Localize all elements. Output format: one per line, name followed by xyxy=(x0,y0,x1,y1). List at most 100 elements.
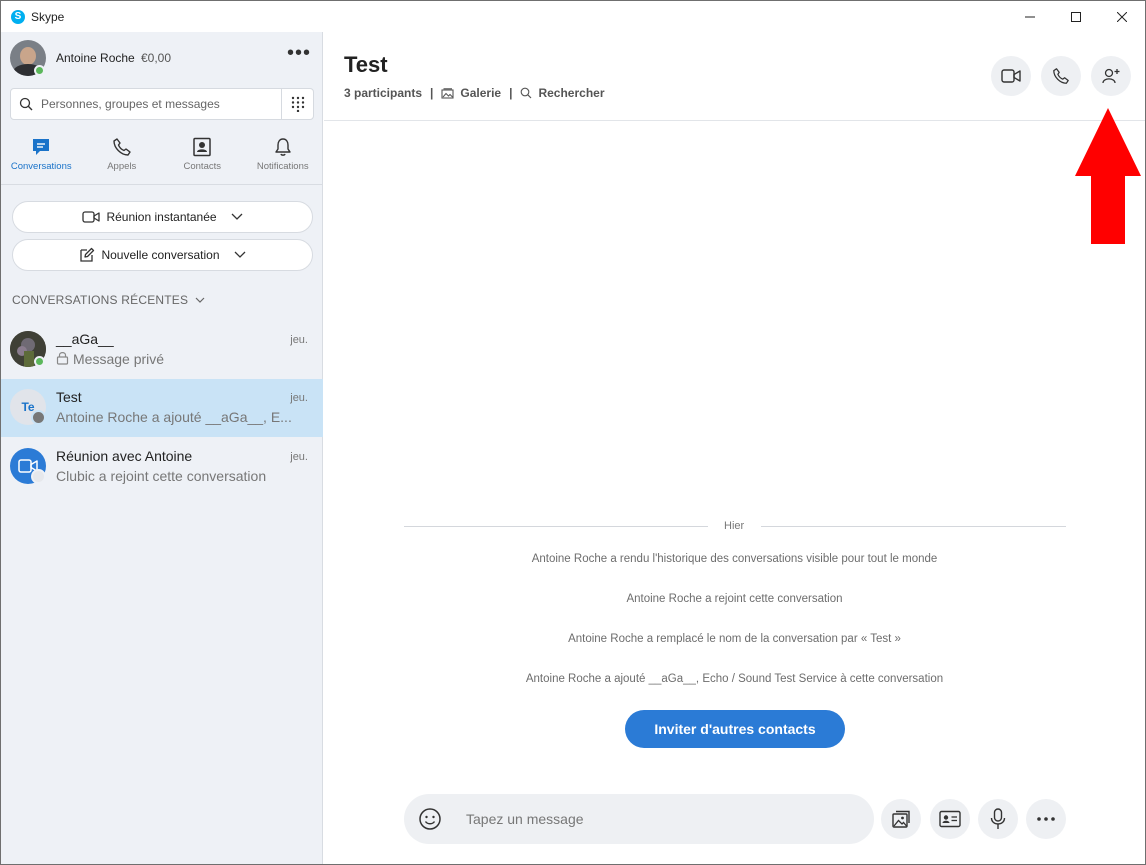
day-divider-label: Hier xyxy=(724,520,745,532)
emoji-button[interactable] xyxy=(404,807,456,831)
video-meeting-icon xyxy=(82,211,101,223)
conversation-time: jeu. xyxy=(290,392,308,404)
video-camera-icon xyxy=(1001,69,1021,83)
profile-more-button[interactable]: ••• xyxy=(287,43,311,63)
add-people-button[interactable] xyxy=(1091,56,1131,96)
tab-contacts[interactable]: Contacts xyxy=(162,135,243,184)
system-message: Antoine Roche a ajouté __aGa__, Echo / S… xyxy=(525,673,944,685)
skype-window: S Skype Antoine Roche €0,00 ••• Personne… xyxy=(0,0,1146,865)
audio-call-button[interactable] xyxy=(1041,56,1081,96)
search-box[interactable] xyxy=(10,88,314,120)
conversation-name: Réunion avec Antoine xyxy=(56,448,193,464)
system-message: Antoine Roche a remplacé le nom de la co… xyxy=(568,633,901,645)
chat-title[interactable]: Test xyxy=(344,52,388,78)
conversation-name: Test xyxy=(56,389,82,405)
phone-icon xyxy=(112,135,132,159)
close-button[interactable] xyxy=(1099,1,1145,32)
send-contact-button[interactable] xyxy=(930,799,970,839)
search-input[interactable] xyxy=(41,97,281,111)
chat-meta: 3 participants | Galerie | Rechercher xyxy=(344,86,605,100)
member-avatar-badge xyxy=(31,410,46,425)
conversation-name: __aGa__ xyxy=(56,331,114,347)
recent-conversations-header[interactable]: CONVERSATIONS RÉCENTES xyxy=(12,293,205,307)
conversation-time: jeu. xyxy=(290,334,308,346)
add-person-icon xyxy=(1102,68,1120,84)
tab-label: Notifications xyxy=(256,161,309,172)
system-message: Antoine Roche a rejoint cette conversati… xyxy=(626,593,843,605)
profile-credit[interactable]: €0,00 xyxy=(141,51,171,65)
conversation-time: jeu. xyxy=(290,451,308,463)
close-icon xyxy=(1117,11,1127,22)
contact-card-icon xyxy=(939,810,961,828)
tab-calls[interactable]: Appels xyxy=(82,135,163,184)
gallery-icon xyxy=(441,87,454,99)
message-composer xyxy=(404,794,874,844)
bell-icon xyxy=(273,135,293,159)
more-dots-icon xyxy=(1037,817,1055,821)
phone-icon xyxy=(1053,68,1069,84)
minimize-icon xyxy=(1025,16,1035,17)
chat-icon xyxy=(31,135,51,159)
search-icon xyxy=(11,97,41,111)
conversation-item-meeting[interactable]: Réunion avec Antoine Clubic a rejoint ce… xyxy=(1,438,323,496)
video-call-button[interactable] xyxy=(991,56,1031,96)
conversation-subtitle: Message privé xyxy=(56,351,164,367)
sidebar: Antoine Roche €0,00 ••• Personnes, group… xyxy=(1,32,323,864)
maximize-button[interactable] xyxy=(1053,1,1099,32)
tab-label: Appels xyxy=(107,161,137,172)
gallery-link[interactable]: Galerie xyxy=(460,86,501,100)
conversation-item-aga[interactable]: __aGa__ Message privé jeu. xyxy=(1,321,323,379)
dialpad-button[interactable] xyxy=(281,89,313,119)
recent-header-label: CONVERSATIONS RÉCENTES xyxy=(12,293,189,307)
new-chat-label: Nouvelle conversation xyxy=(101,248,220,262)
chevron-down-icon xyxy=(195,297,205,303)
conversation-subtitle-text: Message privé xyxy=(73,351,165,367)
window-title: Skype xyxy=(31,9,65,24)
contacts-icon xyxy=(192,135,212,159)
title-bar: S Skype xyxy=(1,1,1145,32)
chevron-down-icon xyxy=(234,251,245,258)
compose-icon xyxy=(80,247,95,262)
tab-label: Conversations xyxy=(10,161,72,172)
member-avatar-badge xyxy=(31,469,46,484)
tab-label: Contacts xyxy=(183,161,222,172)
nav-tabs: Conversations Appels Contacts Notificati… xyxy=(1,135,323,185)
new-chat-button[interactable]: Nouvelle conversation xyxy=(12,239,313,271)
media-gallery-icon xyxy=(892,810,910,828)
invite-contacts-button[interactable]: Inviter d'autres contacts xyxy=(625,710,845,748)
meet-now-button[interactable]: Réunion instantanée xyxy=(12,201,313,233)
day-divider-line xyxy=(404,526,708,527)
tab-conversations[interactable]: Conversations xyxy=(1,135,82,184)
more-options-button[interactable] xyxy=(1026,799,1066,839)
system-message: Antoine Roche a rendu l'historique des c… xyxy=(531,553,938,565)
chevron-down-icon xyxy=(231,213,243,220)
separator: | xyxy=(509,86,513,100)
conversation-item-test[interactable]: Te Test Antoine Roche a ajouté __aGa__, … xyxy=(1,379,323,437)
day-divider-line xyxy=(761,526,1066,527)
tab-notifications[interactable]: Notifications xyxy=(243,135,324,184)
profile-bar: Antoine Roche €0,00 ••• xyxy=(1,32,323,84)
voice-message-button[interactable] xyxy=(978,799,1018,839)
lock-icon xyxy=(56,352,69,365)
profile-name[interactable]: Antoine Roche xyxy=(56,51,135,65)
skype-logo-icon: S xyxy=(11,9,25,24)
chat-pane: Test 3 participants | Galerie | Recherch… xyxy=(324,32,1145,864)
message-input[interactable] xyxy=(466,811,846,827)
chat-header: Test 3 participants | Galerie | Recherch… xyxy=(324,32,1145,121)
minimize-button[interactable] xyxy=(1007,1,1053,32)
online-status-icon xyxy=(34,65,45,76)
red-arrow-annotation xyxy=(1075,108,1141,244)
maximize-icon xyxy=(1071,11,1081,22)
conversation-subtitle: Clubic a rejoint cette conversation xyxy=(56,468,267,484)
meet-now-label: Réunion instantanée xyxy=(106,210,217,224)
emoji-icon xyxy=(419,808,441,830)
separator: | xyxy=(430,86,434,100)
share-media-button[interactable] xyxy=(881,799,921,839)
search-chat-link[interactable]: Rechercher xyxy=(538,86,604,100)
microphone-icon xyxy=(990,808,1006,829)
conversation-subtitle: Antoine Roche a ajouté __aGa__, E... xyxy=(56,409,292,425)
search-icon xyxy=(521,87,532,99)
dialpad-icon xyxy=(291,96,304,112)
online-status-icon xyxy=(34,356,45,367)
participants-link[interactable]: 3 participants xyxy=(344,86,422,100)
